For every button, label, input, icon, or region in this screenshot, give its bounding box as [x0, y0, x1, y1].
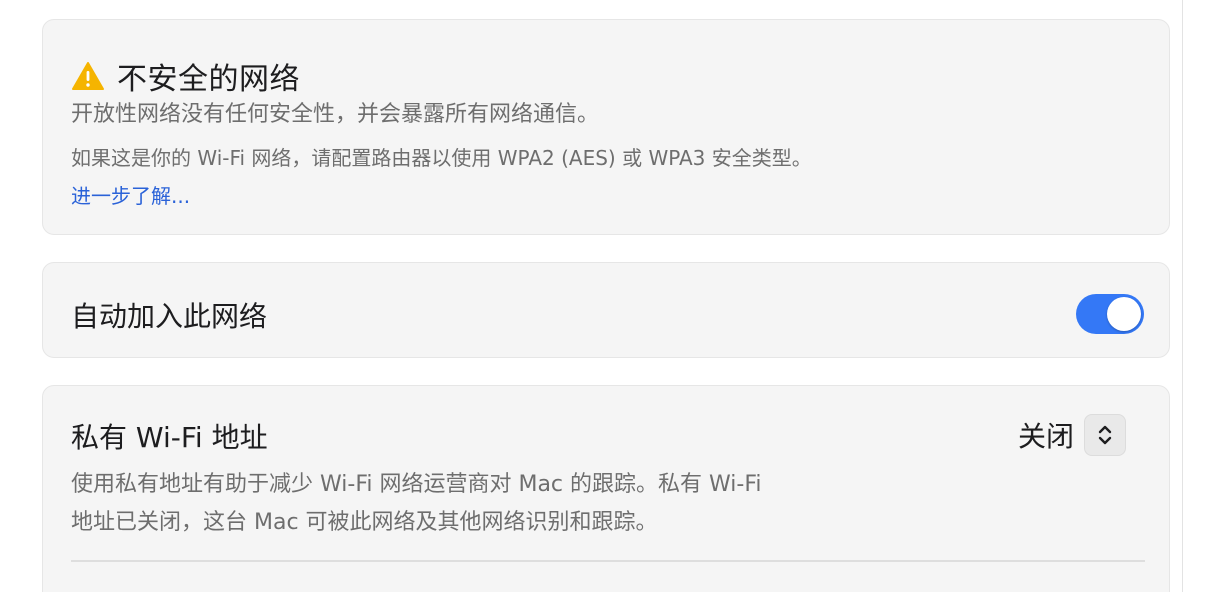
private-wifi-description-line1: 使用私有地址有助于减少 Wi-Fi 网络运营商对 Mac 的跟踪。私有 Wi-F… — [71, 472, 762, 497]
insecure-network-card: 不安全的网络 开放性网络没有任何安全性，并会暴露所有网络通信。 如果这是你的 W… — [42, 19, 1170, 235]
private-wifi-description: 使用私有地址有助于减少 Wi-Fi 网络运营商对 Mac 的跟踪。私有 Wi-F… — [71, 466, 971, 542]
insecure-network-advice: 如果这是你的 Wi-Fi 网络，请配置路由器以使用 WPA2 (AES) 或 W… — [71, 146, 812, 170]
private-wifi-title: 私有 Wi-Fi 地址 — [71, 421, 268, 454]
learn-more-link[interactable]: 进一步了解... — [71, 180, 190, 209]
settings-scroll-area[interactable]: 不安全的网络 开放性网络没有任何安全性，并会暴露所有网络通信。 如果这是你的 W… — [0, 0, 1182, 592]
insecure-network-description: 开放性网络没有任何安全性，并会暴露所有网络通信。 — [71, 102, 600, 127]
warning-icon — [71, 61, 105, 91]
divider — [71, 560, 1145, 562]
chevron-up-down-icon[interactable] — [1084, 414, 1127, 456]
insecure-network-title: 不安全的网络 — [117, 62, 300, 97]
auto-join-label: 自动加入此网络 — [71, 300, 268, 333]
vertical-scrollbar[interactable] — [1182, 0, 1220, 592]
private-wifi-popup[interactable]: 关闭 — [1018, 414, 1127, 456]
private-wifi-description-line2: 地址已关闭，这台 Mac 可被此网络及其他网络识别和跟踪。 — [71, 510, 658, 535]
private-wifi-value: 关闭 — [1018, 420, 1075, 453]
auto-join-card: 自动加入此网络 — [42, 262, 1170, 358]
private-wifi-card: 私有 Wi-Fi 地址 关闭 使用私有地址有助于减少 Wi-Fi 网络运营商对 … — [42, 385, 1170, 592]
warning-header: 不安全的网络 — [71, 54, 300, 98]
toggle-knob — [1107, 297, 1141, 331]
auto-join-toggle[interactable] — [1076, 294, 1144, 334]
